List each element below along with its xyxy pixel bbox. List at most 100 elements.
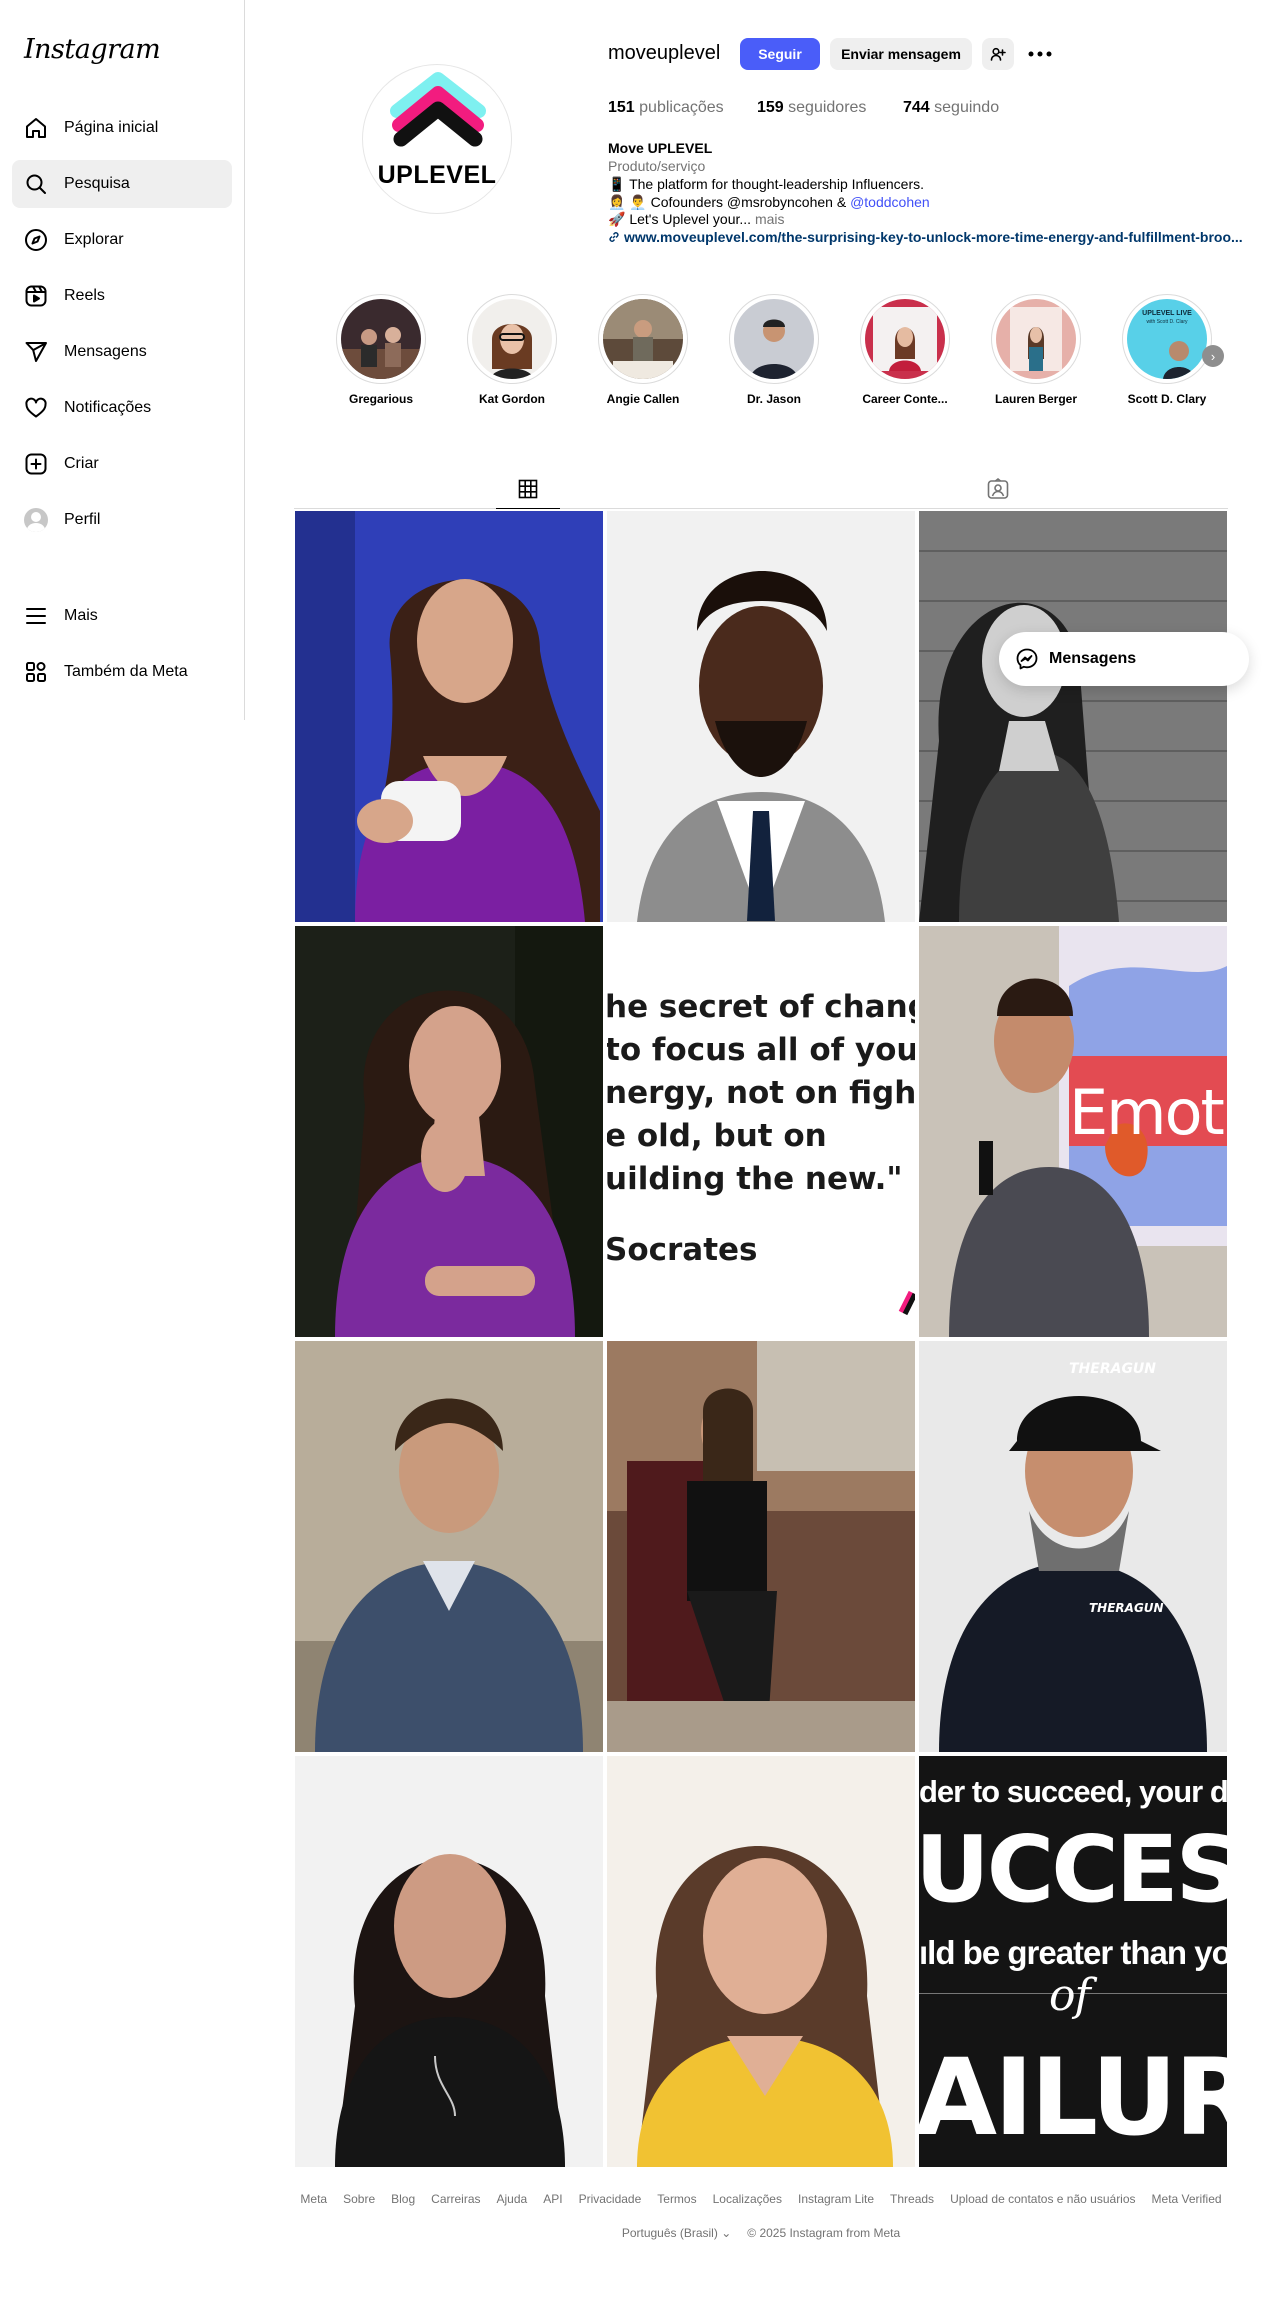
footer-link[interactable]: Instagram Lite: [798, 2192, 874, 2206]
post-tile[interactable]: THERAGUN THERAGUN: [919, 1341, 1227, 1752]
sidebar-item-profile[interactable]: Perfil: [12, 496, 232, 544]
suggested-accounts-button[interactable]: [982, 38, 1014, 70]
footer-link[interactable]: Meta: [300, 2192, 327, 2206]
send-icon: [25, 342, 47, 362]
send-message-button[interactable]: Enviar mensagem: [830, 38, 972, 70]
post-tile[interactable]: [919, 511, 1227, 922]
options-button[interactable]: [1026, 44, 1054, 64]
uplevel-mark-icon: [898, 1290, 915, 1316]
footer-link[interactable]: Threads: [890, 2192, 934, 2206]
post-tile[interactable]: [607, 1341, 915, 1752]
quote-author: Socrates: [607, 1232, 758, 1268]
sidebar-item-messages[interactable]: Mensagens: [12, 328, 232, 376]
post-tile[interactable]: [295, 1341, 603, 1752]
copyright: © 2025 Instagram from Meta: [747, 2226, 901, 2240]
highlights-next-button[interactable]: ›: [1202, 345, 1224, 367]
footer-link[interactable]: Ajuda: [497, 2192, 528, 2206]
post-tile[interactable]: [295, 511, 603, 922]
sidebar-item-label: Página inicial: [64, 119, 159, 136]
highlight-item[interactable]: Career Conte...: [855, 294, 955, 406]
footer-link[interactable]: Localizações: [713, 2192, 782, 2206]
tab-tagged[interactable]: [966, 470, 1030, 508]
cap-text: THERAGUN: [1069, 1361, 1157, 1377]
sidebar-item-label: Criar: [64, 455, 99, 472]
sidebar-item-create[interactable]: Criar: [12, 440, 232, 488]
uplevel-logo: [390, 72, 486, 147]
heart-icon: [25, 397, 47, 418]
svg-text:with Scott D. Clary: with Scott D. Clary: [1146, 319, 1188, 325]
post-tile[interactable]: [295, 926, 603, 1337]
post-tile[interactable]: [607, 1756, 915, 2167]
avatar: [24, 508, 48, 532]
sidebar-item-label: Mais: [64, 607, 98, 624]
chevron-right-icon: ›: [1210, 348, 1216, 364]
profile-picture[interactable]: UPLEVEL: [362, 64, 512, 214]
bio-name: Move UPLEVEL: [608, 140, 713, 156]
bio-line: 👩‍💼 👨‍💼 Cofounders @msrobyncohen & @todd…: [608, 194, 930, 210]
footer-link[interactable]: Sobre: [343, 2192, 375, 2206]
sidebar-item-explore[interactable]: Explorar: [12, 216, 232, 264]
bio-category: Produto/serviço: [608, 158, 706, 174]
highlight-item[interactable]: Gregarious: [331, 294, 431, 406]
sidebar-item-notifications[interactable]: Notificações: [12, 384, 232, 432]
highlight-item[interactable]: Angie Callen: [593, 294, 693, 406]
footer-link[interactable]: Termos: [657, 2192, 696, 2206]
footer-link[interactable]: Upload de contatos e não usuários: [950, 2192, 1135, 2206]
post-tile[interactable]: [295, 1756, 603, 2167]
emotion-text: Emoti: [1069, 1076, 1227, 1149]
footer-bottom: Português (Brasil) ⌄ © 2025 Instagram fr…: [294, 2226, 1228, 2240]
compass-icon: [25, 229, 47, 251]
sidebar-item-label: Pesquisa: [64, 175, 130, 192]
sidebar-item-label: Também da Meta: [64, 663, 188, 680]
post-tile-quote[interactable]: he secret of change to focus all of your…: [607, 926, 915, 1337]
success-line1: der to succeed, your desi: [919, 1774, 1227, 1809]
footer-link[interactable]: Meta Verified: [1152, 2192, 1222, 2206]
sidebar-item-more[interactable]: Mais: [12, 592, 232, 640]
quote-text: he secret of change to focus all of your…: [607, 989, 915, 1197]
more-horizontal-icon: [1028, 51, 1052, 57]
sidebar: Instagram Página inicial Pesquisa Explor…: [0, 0, 245, 720]
tab-posts[interactable]: [496, 470, 560, 509]
instagram-logo[interactable]: Instagram: [24, 34, 161, 65]
follow-button[interactable]: Seguir: [740, 38, 820, 70]
footer-link[interactable]: API: [543, 2192, 562, 2206]
language-select[interactable]: Português (Brasil) ⌄: [622, 2226, 731, 2240]
footer-link[interactable]: Blog: [391, 2192, 415, 2206]
highlight-item[interactable]: UPLEVEL LIVE with Scott D. Clary Scott D.…: [1117, 294, 1217, 406]
bio-line: 📱 The platform for thought-leadership In…: [608, 176, 925, 192]
reels-icon: [25, 285, 47, 307]
profile-brand-text: UPLEVEL: [377, 161, 497, 189]
sidebar-item-home[interactable]: Página inicial: [12, 104, 232, 152]
highlight-item[interactable]: Kat Gordon: [462, 294, 562, 406]
tagged-icon: [987, 478, 1009, 499]
success-big2: AILUR: [919, 2036, 1227, 2159]
bio-url[interactable]: www.moveuplevel.com/the-surprising-key-t…: [608, 229, 1243, 245]
following-count[interactable]: 744 seguindo: [903, 99, 999, 117]
shirt-text: THERAGUN: [1089, 1601, 1164, 1615]
add-person-icon: [990, 47, 1006, 61]
sidebar-item-also-from-meta[interactable]: Também da Meta: [12, 648, 232, 696]
grid-icon: [518, 479, 538, 499]
sidebar-item-label: Reels: [64, 287, 105, 304]
footer-link[interactable]: Carreiras: [431, 2192, 480, 2206]
svg-text:UPLEVEL LIVE: UPLEVEL LIVE: [1142, 310, 1192, 317]
mention-link[interactable]: @toddcohen: [850, 194, 930, 210]
posts-count: 151 publicações: [608, 99, 724, 116]
sidebar-item-search[interactable]: Pesquisa: [12, 160, 232, 208]
success-of: of: [1049, 1970, 1091, 2021]
success-line2: ıld be greater than your: [919, 1934, 1227, 1971]
highlight-item[interactable]: Dr. Jason: [724, 294, 824, 406]
profile-username: moveuplevel: [608, 42, 721, 64]
sidebar-item-reels[interactable]: Reels: [12, 272, 232, 320]
more-link[interactable]: mais: [755, 211, 785, 227]
post-tile-success[interactable]: der to succeed, your desi UCCES ıld be g…: [919, 1756, 1227, 2167]
footer-link[interactable]: Privacidade: [579, 2192, 642, 2206]
messenger-icon: [1016, 648, 1038, 670]
sidebar-item-label: Explorar: [64, 231, 124, 248]
highlight-item[interactable]: Lauren Berger: [986, 294, 1086, 406]
followers-count[interactable]: 159 seguidores: [757, 99, 866, 117]
messages-floating-button[interactable]: Mensagens: [999, 632, 1249, 686]
bio-line: 🚀 Let's Uplevel your... mais: [608, 211, 785, 227]
post-tile[interactable]: Emoti: [919, 926, 1227, 1337]
post-tile[interactable]: [607, 511, 915, 922]
